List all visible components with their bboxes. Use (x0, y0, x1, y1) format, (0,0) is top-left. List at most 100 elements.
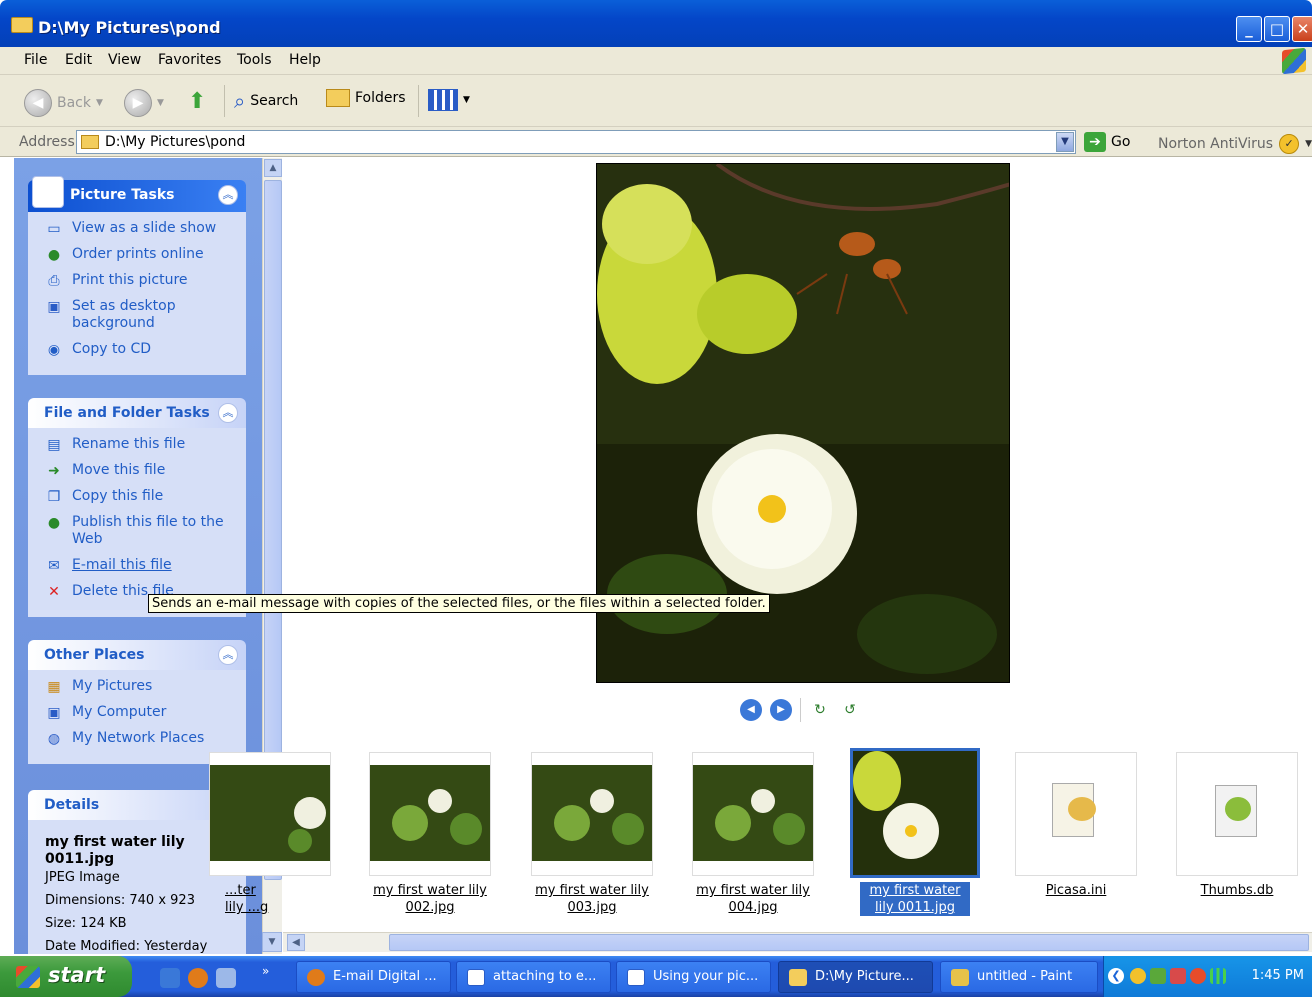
quick-launch-show-desktop-icon[interactable] (216, 968, 236, 988)
folders-icon (326, 89, 350, 107)
thumbnail[interactable] (531, 752, 653, 876)
next-image-icon[interactable]: ▶ (770, 699, 792, 721)
show-hidden-icons-icon[interactable]: ❮ (1108, 968, 1124, 984)
up-folder-icon: ⬆ (188, 89, 207, 114)
menu-file[interactable]: File (24, 52, 47, 68)
firefox-icon (307, 969, 325, 986)
norton-antivirus-toolbar[interactable]: Norton AntiVirus ✓ ▼ (1158, 134, 1312, 154)
scroll-left-arrow-icon[interactable]: ◀ (287, 934, 305, 951)
tray-app-icon[interactable] (1190, 968, 1206, 984)
email-icon: ✉ (48, 558, 60, 574)
thumbnail-label[interactable]: Thumbs.db (1167, 882, 1307, 899)
address-dropdown-button[interactable]: ▼ (1056, 132, 1074, 152)
menu-tools[interactable]: Tools (237, 52, 272, 68)
folders-button[interactable]: Folders (326, 89, 406, 107)
maximize-button[interactable]: □ (1264, 16, 1290, 42)
search-button[interactable]: ⌕ Search (234, 89, 298, 113)
minimize-button[interactable]: _ (1236, 16, 1262, 42)
thumbnail[interactable] (1015, 752, 1137, 876)
task-publish-web[interactable]: ● Publish this file to the Web (28, 514, 246, 548)
task-print-picture[interactable]: ⎙ Print this picture (28, 272, 246, 289)
taskbar-item[interactable]: attaching to e... (456, 961, 611, 993)
other-places-header[interactable]: Other Places ︽ (28, 640, 246, 670)
chevron-icon[interactable]: » (262, 964, 269, 978)
task-order-prints[interactable]: ● Order prints online (28, 246, 246, 263)
slideshow-icon: ▭ (47, 221, 61, 237)
thumbnail-label[interactable]: my first water lily 003.jpg (522, 882, 662, 916)
thumbnail-label[interactable]: ...ter lily ...g (225, 882, 277, 916)
place-my-computer[interactable]: ▣ My Computer (28, 704, 246, 721)
thumbnail-label-selected[interactable]: my first water lily 0011.jpg (860, 882, 970, 916)
scroll-down-arrow-icon[interactable]: ▼ (262, 932, 282, 952)
previous-image-icon[interactable]: ◀ (740, 699, 762, 721)
norton-icon: ✓ (1279, 134, 1300, 154)
norton-tray-icon[interactable] (1130, 968, 1146, 984)
menu-edit[interactable]: Edit (65, 52, 92, 68)
globe-icon: ● (47, 247, 61, 263)
close-button[interactable]: ✕ (1292, 16, 1312, 42)
clock[interactable]: 1:45 PM (1252, 968, 1304, 983)
thumbnail-label[interactable]: my first water lily 002.jpg (360, 882, 500, 916)
collapse-icon[interactable]: ︽ (218, 645, 238, 665)
task-label: View as a slide show (72, 220, 217, 236)
up-folder-button[interactable]: ⬆ (188, 89, 206, 114)
menu-favorites[interactable]: Favorites (158, 52, 221, 68)
task-move[interactable]: ➜ Move this file (28, 462, 246, 479)
place-label: My Pictures (72, 678, 153, 694)
taskbar-item-active[interactable]: D:\My Picture... (778, 961, 933, 993)
task-copy-cd[interactable]: ◉ Copy to CD (28, 341, 246, 358)
task-label: Rename this file (72, 436, 186, 452)
picture-tasks-panel: Picture Tasks ︽ ▭ View as a slide show ● O… (28, 176, 246, 375)
task-copy[interactable]: ❐ Copy this file (28, 488, 246, 505)
back-button[interactable]: ◀ Back ▼ (24, 89, 103, 117)
picture-tasks-header[interactable]: Picture Tasks ︽ (28, 176, 246, 212)
address-label: Address (19, 134, 75, 150)
address-field[interactable]: D:\My Pictures\pond (76, 130, 1076, 154)
window-title-bar[interactable]: D:\My Pictures\pond _ □ ✕ (0, 0, 1312, 47)
menu-help[interactable]: Help (289, 52, 321, 68)
task-label: Using your pic... (653, 969, 759, 984)
task-rename[interactable]: ▤ Rename this file (28, 436, 246, 453)
thumbnail-label[interactable]: Picasa.ini (1006, 882, 1146, 899)
taskbar-item[interactable]: untitled - Paint (940, 961, 1098, 993)
tray-app-icon[interactable] (1170, 968, 1186, 984)
place-network[interactable]: ◍ My Network Places (28, 730, 246, 747)
task-email[interactable]: ✉ E-mail this file (28, 557, 246, 574)
tray-app-icon[interactable] (1150, 968, 1166, 984)
thumbnail[interactable] (209, 752, 331, 876)
other-places-list: ▦ My Pictures ▣ My Computer ◍ My Network Pl… (28, 670, 246, 764)
quick-launch-ie-icon[interactable] (160, 968, 180, 988)
task-slide-show[interactable]: ▭ View as a slide show (28, 220, 246, 237)
thumbnail[interactable] (692, 752, 814, 876)
thumbnail-label[interactable]: my first water lily 004.jpg (683, 882, 823, 916)
task-set-desktop[interactable]: ▣ Set as desktop background (28, 298, 246, 332)
thumbnail-selected[interactable] (850, 748, 980, 878)
collapse-icon[interactable]: ︽ (218, 403, 238, 423)
filmstrip-scrollbar[interactable]: ◀ (283, 932, 1312, 952)
file-folder-tasks-header[interactable]: File and Folder Tasks ︽ (28, 398, 246, 428)
task-label: attaching to e... (493, 969, 597, 984)
task-label: E-mail this file (72, 557, 172, 573)
thumbnail[interactable] (1176, 752, 1298, 876)
scroll-thumb[interactable] (389, 934, 1309, 951)
thumbnail[interactable] (369, 752, 491, 876)
place-my-pictures[interactable]: ▦ My Pictures (28, 678, 246, 695)
windows-logo-icon (1282, 47, 1306, 75)
views-button[interactable]: ▼ (428, 89, 470, 111)
task-label: Print this picture (72, 272, 188, 288)
window-title: D:\My Pictures\pond (38, 18, 221, 37)
go-button[interactable]: ➔ Go (1084, 132, 1130, 152)
scroll-up-arrow-icon[interactable]: ▲ (264, 159, 282, 177)
taskbar-item[interactable]: E-mail Digital ... (296, 961, 451, 993)
collapse-icon[interactable]: ︽ (218, 185, 238, 205)
network-signal-icon[interactable] (1210, 968, 1226, 984)
taskbar-item[interactable]: Using your pic... (616, 961, 771, 993)
quick-launch-firefox-icon[interactable] (188, 968, 208, 988)
task-label: Copy this file (72, 488, 164, 504)
start-button[interactable]: start (0, 956, 132, 997)
start-label: start (48, 963, 106, 987)
rotate-clockwise-icon[interactable]: ↻ (809, 702, 831, 718)
rotate-counterclockwise-icon[interactable]: ↺ (839, 702, 861, 718)
menu-view[interactable]: View (108, 52, 141, 68)
forward-button[interactable]: ▶ ▼ (124, 89, 164, 117)
